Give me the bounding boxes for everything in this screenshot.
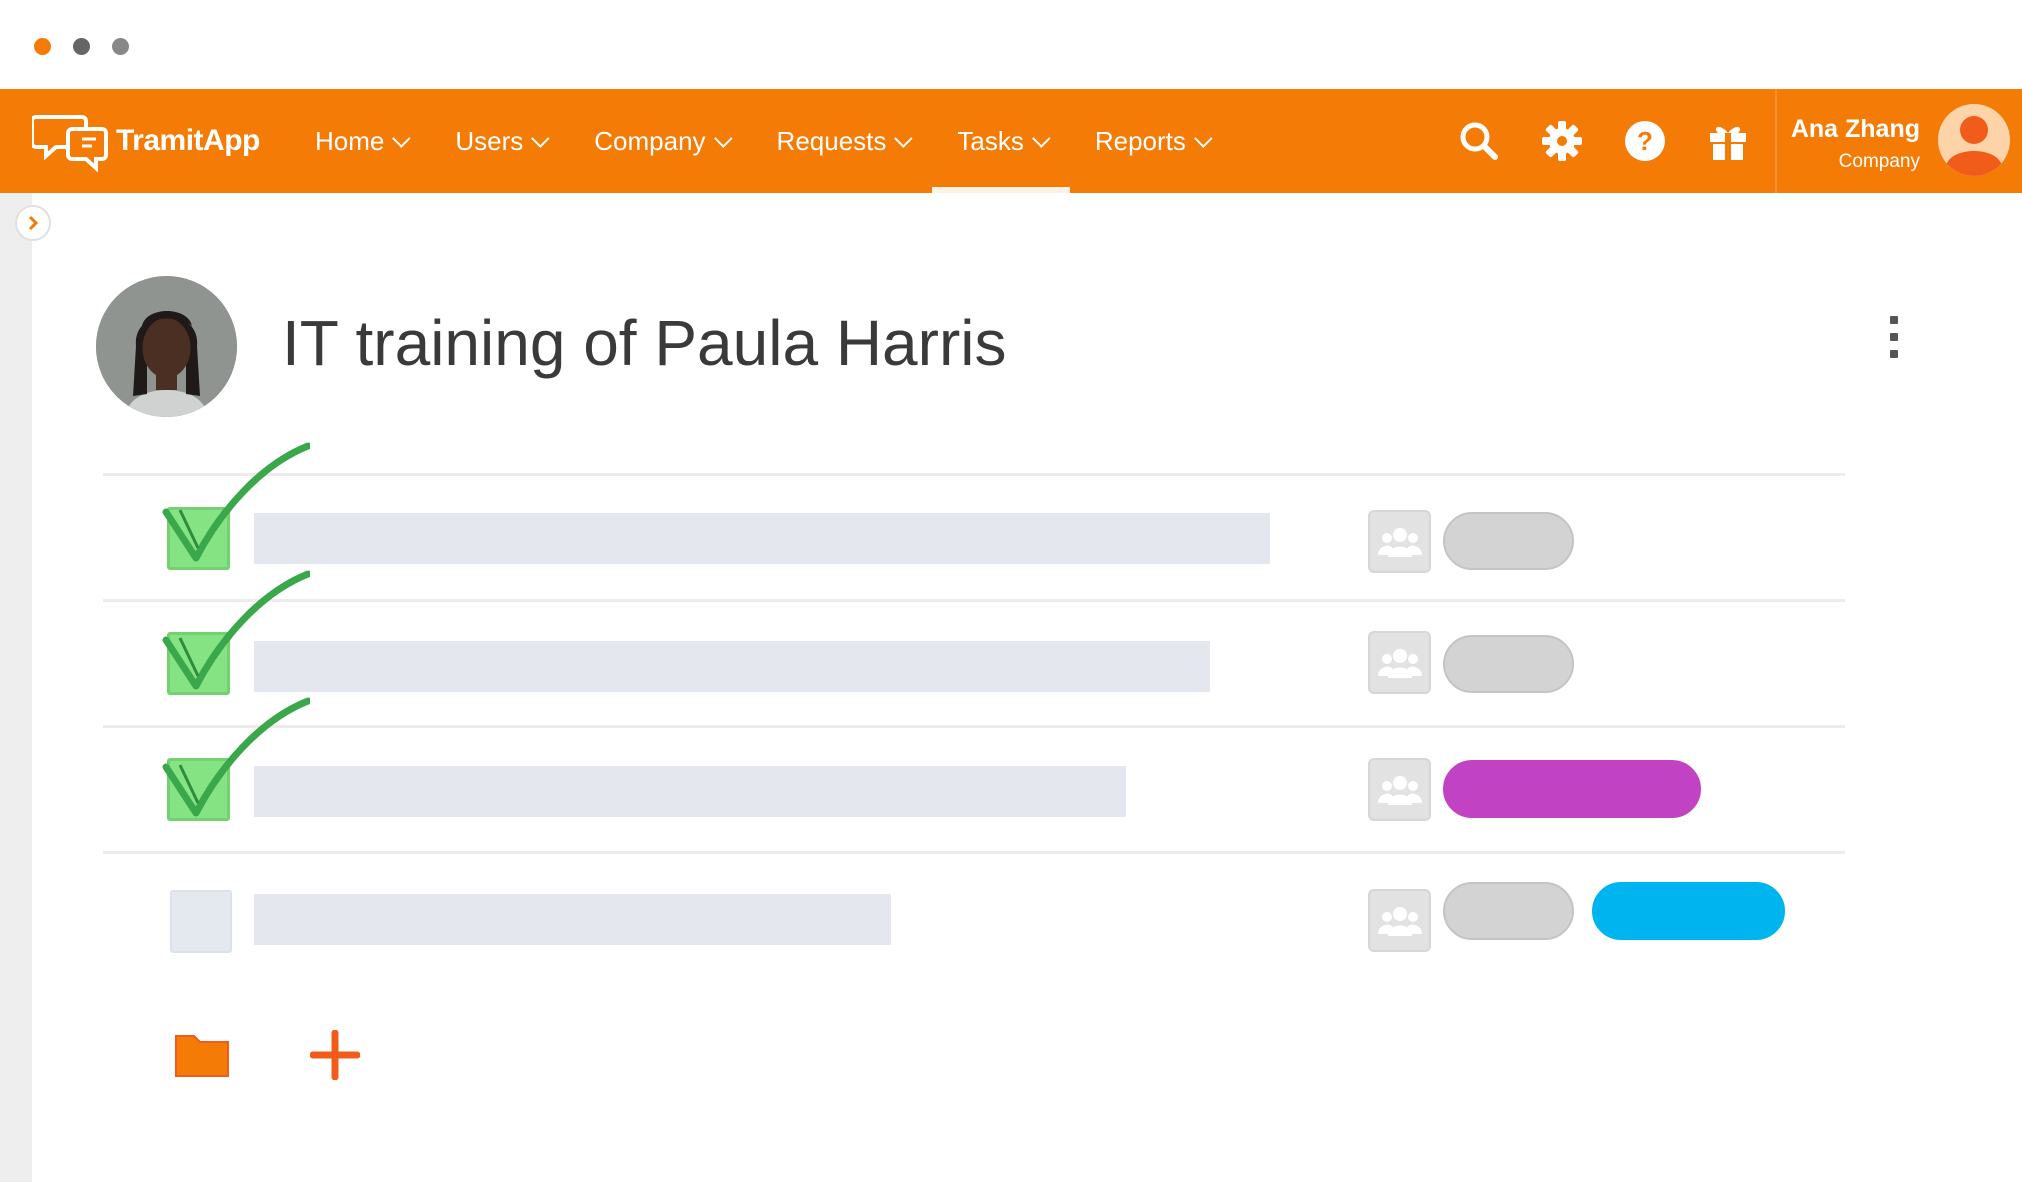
main-nav: Home Users Company Requests Tasks Report… bbox=[290, 89, 1232, 193]
add-icon[interactable] bbox=[309, 1029, 361, 1081]
task-tag[interactable] bbox=[1443, 760, 1701, 818]
nav-item-label: Company bbox=[594, 125, 706, 156]
task-tag[interactable] bbox=[1443, 635, 1574, 693]
assignee-group-icon[interactable] bbox=[1368, 631, 1431, 694]
kebab-dot bbox=[1890, 350, 1898, 358]
task-tag[interactable] bbox=[1443, 512, 1574, 570]
kebab-dot bbox=[1890, 333, 1898, 341]
task-checkbox-checked[interactable] bbox=[167, 758, 230, 821]
profile-photo bbox=[96, 276, 237, 417]
kebab-dot bbox=[1890, 316, 1898, 324]
sidebar-expand-button[interactable] bbox=[15, 205, 51, 241]
chevron-right-icon bbox=[28, 215, 39, 231]
row-divider bbox=[103, 599, 1845, 602]
user-company: Company bbox=[1838, 151, 1920, 172]
folder-icon[interactable] bbox=[174, 1030, 230, 1078]
window-dot-minimize[interactable] bbox=[73, 38, 90, 55]
window-dot-close[interactable] bbox=[34, 38, 51, 55]
gear-icon[interactable] bbox=[1538, 117, 1586, 165]
page-title: IT training of Paula Harris bbox=[282, 307, 1007, 379]
nav-item-tasks[interactable]: Tasks bbox=[932, 89, 1071, 193]
logo-text: TramitApp bbox=[116, 124, 260, 157]
nav-item-reports[interactable]: Reports bbox=[1070, 89, 1232, 193]
sidebar-collapsed bbox=[0, 193, 32, 1182]
nav-actions: ? bbox=[1455, 89, 1752, 193]
nav-item-label: Home bbox=[315, 125, 385, 156]
task-title-placeholder[interactable] bbox=[254, 894, 891, 945]
nav-item-home[interactable]: Home bbox=[290, 89, 430, 193]
task-title-placeholder[interactable] bbox=[254, 641, 1210, 692]
more-options-icon[interactable] bbox=[1885, 316, 1903, 358]
user-avatar-icon[interactable] bbox=[1938, 104, 2010, 176]
chevron-down-icon bbox=[1194, 128, 1213, 148]
window-controls bbox=[34, 38, 129, 55]
task-title-placeholder[interactable] bbox=[254, 766, 1126, 817]
svg-text:?: ? bbox=[1637, 126, 1653, 156]
chevron-down-icon bbox=[1031, 128, 1051, 148]
task-tag[interactable] bbox=[1592, 882, 1785, 940]
task-checkbox-unchecked[interactable] bbox=[170, 890, 232, 953]
assignee-group-icon[interactable] bbox=[1368, 889, 1431, 952]
nav-item-label: Reports bbox=[1094, 125, 1186, 156]
task-title-placeholder[interactable] bbox=[254, 513, 1270, 564]
nav-item-requests[interactable]: Requests bbox=[752, 89, 933, 193]
assignee-group-icon[interactable] bbox=[1368, 510, 1431, 573]
window-dot-maximize[interactable] bbox=[112, 38, 129, 55]
nav-item-label: Users bbox=[455, 125, 524, 156]
gift-icon[interactable] bbox=[1704, 117, 1752, 165]
task-checkbox-checked[interactable] bbox=[167, 507, 230, 570]
row-divider bbox=[103, 725, 1845, 728]
row-divider bbox=[103, 851, 1845, 854]
nav-item-users[interactable]: Users bbox=[430, 89, 569, 193]
search-icon[interactable] bbox=[1455, 117, 1503, 165]
top-navbar: TramitApp Home Users Company Requests Ta… bbox=[0, 89, 2022, 193]
nav-item-company[interactable]: Company bbox=[569, 89, 751, 193]
user-name: Ana Zhang bbox=[1790, 115, 1920, 143]
assignee-group-icon[interactable] bbox=[1368, 758, 1431, 821]
chevron-down-icon bbox=[531, 128, 550, 148]
row-divider bbox=[103, 473, 1845, 476]
chat-bubbles-logo-icon bbox=[32, 115, 108, 173]
chevron-down-icon bbox=[894, 128, 913, 148]
app-logo[interactable]: TramitApp bbox=[32, 109, 260, 173]
chevron-down-icon bbox=[392, 128, 411, 148]
nav-item-label: Tasks bbox=[957, 125, 1024, 156]
task-tag[interactable] bbox=[1443, 882, 1574, 940]
task-checkbox-checked[interactable] bbox=[167, 632, 230, 695]
nav-divider bbox=[1775, 89, 1777, 193]
user-menu[interactable]: Ana Zhang Company bbox=[1780, 89, 1920, 193]
chevron-down-icon bbox=[713, 128, 733, 148]
help-icon[interactable]: ? bbox=[1621, 117, 1669, 165]
nav-item-label: Requests bbox=[776, 125, 887, 156]
